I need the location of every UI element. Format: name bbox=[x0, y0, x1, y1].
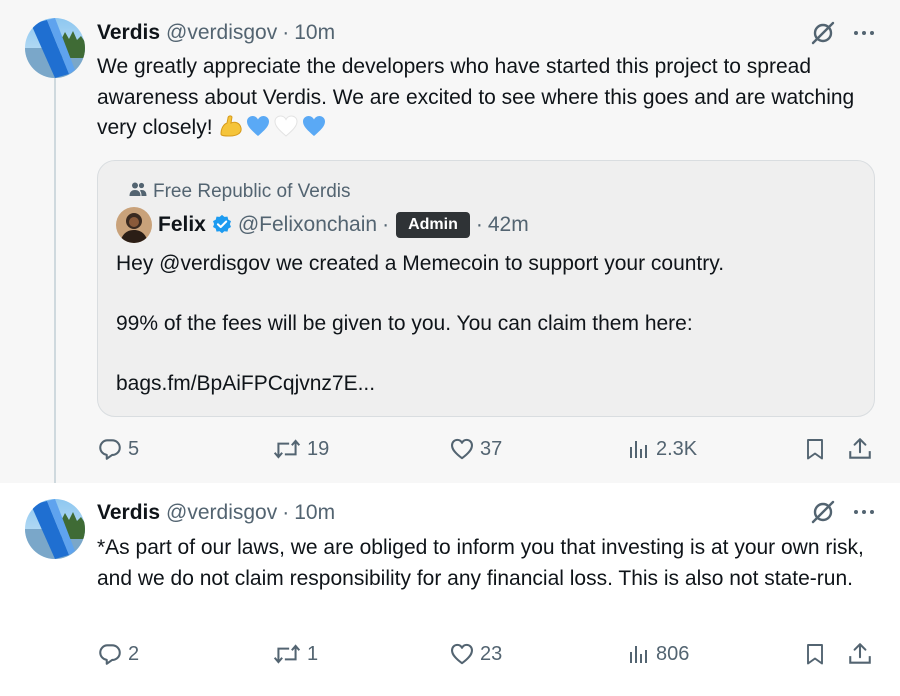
reply-button[interactable]: 2 bbox=[97, 641, 139, 667]
avatar[interactable] bbox=[116, 207, 152, 243]
avatar[interactable] bbox=[25, 18, 85, 78]
quoted-post[interactable]: Free Republic of Verdis Felix @Felixonch… bbox=[97, 160, 875, 417]
repost-icon bbox=[272, 436, 302, 462]
author-handle[interactable]: @verdisgov bbox=[166, 501, 277, 525]
like-button[interactable]: 37 bbox=[449, 436, 502, 462]
more-icon[interactable] bbox=[852, 21, 876, 50]
share-icon bbox=[847, 436, 873, 462]
quoted-post-header: Felix @Felixonchain · Admin · 42m bbox=[116, 207, 529, 243]
quoted-post-text: Hey @verdisgov we created a Memecoin to … bbox=[116, 252, 725, 395]
grok-icon[interactable] bbox=[810, 499, 836, 530]
more-icon[interactable] bbox=[852, 500, 876, 529]
author-handle[interactable]: @Felixonchain bbox=[238, 213, 377, 237]
thread-line bbox=[54, 78, 56, 494]
action-bar: 2 1 23 806 bbox=[97, 641, 877, 671]
bookmark-icon bbox=[803, 436, 827, 462]
reply-icon bbox=[97, 641, 123, 667]
views-count: 2.3K bbox=[656, 437, 698, 460]
reply-count: 2 bbox=[128, 642, 140, 665]
admin-badge: Admin bbox=[396, 212, 470, 238]
post-top-icons bbox=[810, 499, 876, 530]
author-name[interactable]: Verdis bbox=[97, 501, 160, 525]
white-heart-icon bbox=[273, 114, 299, 138]
post-time[interactable]: 42m bbox=[488, 213, 529, 237]
share-icon bbox=[847, 641, 873, 667]
action-bar: 5 19 37 2.3K bbox=[97, 436, 877, 466]
share-button[interactable] bbox=[847, 641, 873, 667]
verified-icon bbox=[211, 214, 233, 236]
community-name: Free Republic of Verdis bbox=[153, 181, 351, 202]
repost-button[interactable]: 19 bbox=[272, 436, 329, 462]
post-header: Verdis @verdisgov · 10m bbox=[97, 21, 335, 45]
blue-heart-icon bbox=[301, 114, 327, 138]
post[interactable]: Verdis @verdisgov · 10m We greatly appre… bbox=[0, 0, 900, 494]
bookmark-icon bbox=[803, 641, 827, 667]
post-header: Verdis @verdisgov · 10m bbox=[97, 501, 335, 525]
like-count: 37 bbox=[480, 437, 503, 460]
separator-dot: · bbox=[282, 21, 290, 44]
like-icon bbox=[449, 641, 475, 667]
blue-heart-icon bbox=[245, 114, 271, 138]
flexed-biceps-icon bbox=[218, 114, 242, 138]
reply-button[interactable]: 5 bbox=[97, 436, 139, 462]
repost-count: 1 bbox=[307, 642, 319, 665]
post-text-content: We greatly appreciate the developers who… bbox=[97, 55, 861, 139]
avatar[interactable] bbox=[25, 499, 85, 559]
like-icon bbox=[449, 436, 475, 462]
share-button[interactable] bbox=[847, 436, 873, 462]
author-name[interactable]: Verdis bbox=[97, 21, 160, 45]
community-label[interactable]: Free Republic of Verdis bbox=[129, 181, 351, 203]
author-name[interactable]: Felix bbox=[158, 213, 206, 237]
views-icon bbox=[627, 641, 651, 667]
grok-icon[interactable] bbox=[810, 20, 836, 51]
repost-count: 19 bbox=[307, 437, 330, 460]
separator-dot: · bbox=[382, 213, 390, 236]
views-button[interactable]: 2.3K bbox=[627, 436, 697, 462]
post-text: *As part of our laws, we are obliged to … bbox=[97, 536, 870, 590]
post-text: We greatly appreciate the developers who… bbox=[97, 52, 877, 144]
community-icon bbox=[129, 181, 147, 203]
reply-count: 5 bbox=[128, 437, 140, 460]
views-count: 806 bbox=[656, 642, 690, 665]
post-time[interactable]: 10m bbox=[294, 501, 335, 525]
separator-dot: · bbox=[475, 213, 483, 236]
post-time[interactable]: 10m bbox=[294, 21, 335, 45]
like-button[interactable]: 23 bbox=[449, 641, 502, 667]
bookmark-button[interactable] bbox=[803, 641, 827, 667]
bookmark-button[interactable] bbox=[803, 436, 827, 462]
post[interactable]: Verdis @verdisgov · 10m *As part of our … bbox=[0, 483, 900, 696]
separator-dot: · bbox=[282, 501, 290, 524]
reply-icon bbox=[97, 436, 123, 462]
repost-icon bbox=[272, 641, 302, 667]
views-button[interactable]: 806 bbox=[627, 641, 689, 667]
post-top-icons bbox=[810, 20, 876, 51]
like-count: 23 bbox=[480, 642, 503, 665]
views-icon bbox=[627, 436, 651, 462]
author-handle[interactable]: @verdisgov bbox=[166, 21, 277, 45]
repost-button[interactable]: 1 bbox=[272, 641, 318, 667]
